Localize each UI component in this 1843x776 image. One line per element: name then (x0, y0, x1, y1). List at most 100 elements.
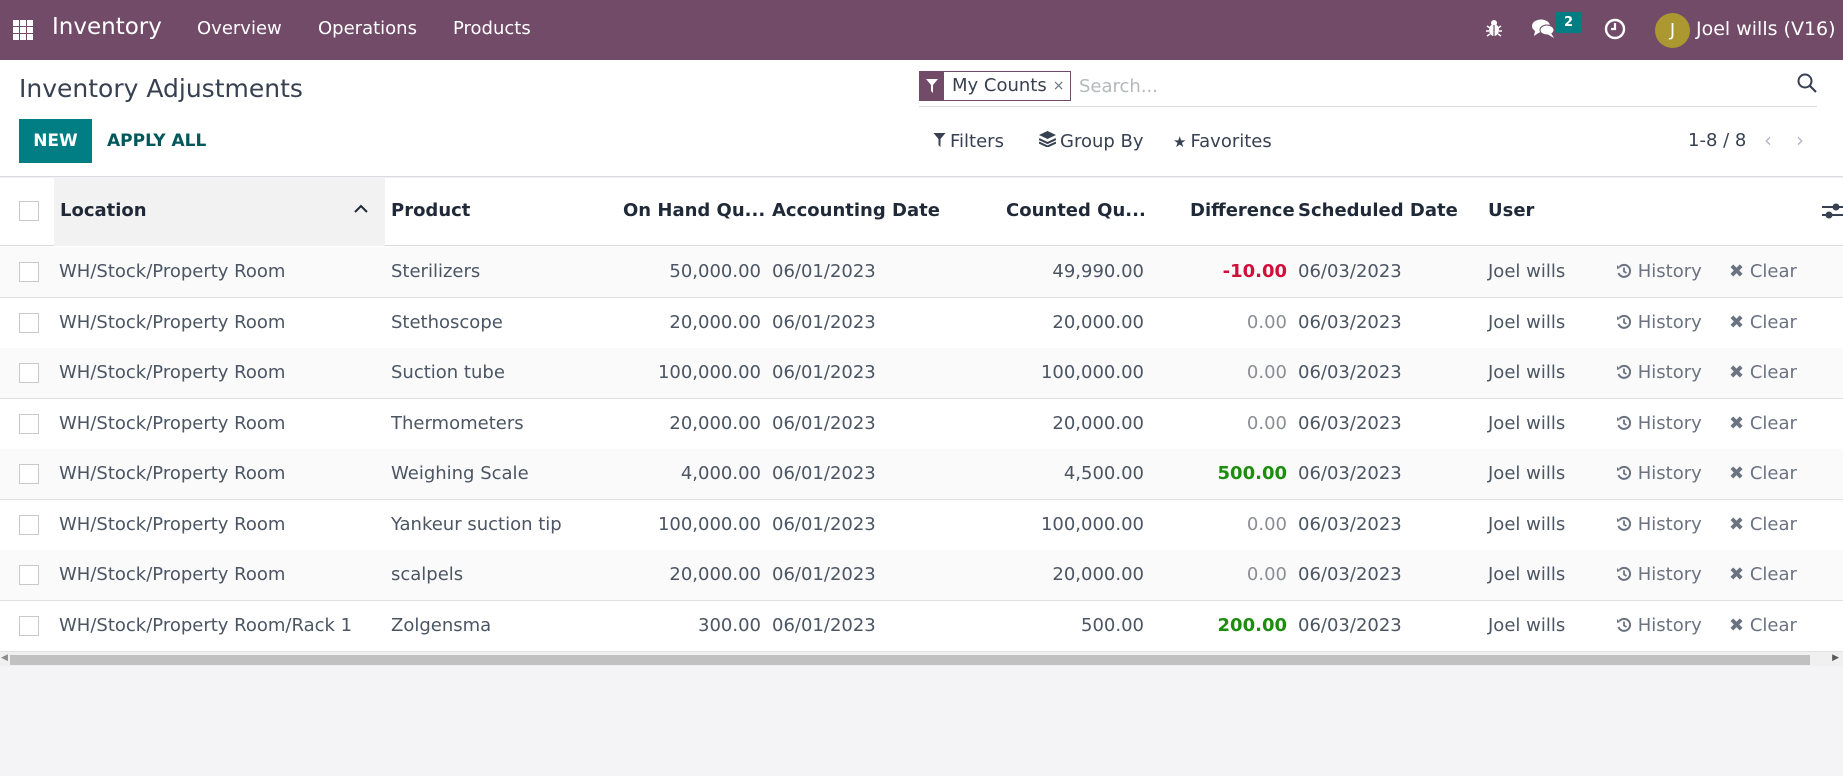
column-location[interactable]: Location (60, 200, 147, 221)
row-checkbox[interactable] (19, 565, 39, 585)
table-row[interactable]: WH/Stock/Property Room scalpels 20,000.0… (0, 550, 1843, 601)
sort-ascending-icon[interactable] (353, 198, 369, 219)
cell-location: WH/Stock/Property Room (59, 463, 286, 484)
history-button[interactable]: History (1616, 463, 1702, 484)
pager-value[interactable]: 1-8 / 8 (1688, 130, 1746, 151)
search-input[interactable] (1079, 71, 1759, 101)
clear-label: Clear (1749, 362, 1797, 383)
row-checkbox[interactable] (19, 413, 39, 434)
new-button[interactable]: NEW (19, 119, 92, 163)
history-icon (1616, 261, 1632, 282)
clear-icon: ✖ (1729, 614, 1745, 636)
history-button[interactable]: History (1616, 514, 1702, 535)
clear-button[interactable]: ✖ Clear (1729, 362, 1797, 383)
cell-counted-quantity[interactable]: 49,990.00 (980, 261, 1144, 282)
page-title: Inventory Adjustments (19, 74, 303, 103)
pager-next-button[interactable]: › (1796, 128, 1804, 152)
clock-icon[interactable] (1604, 18, 1626, 45)
column-counted-quantity[interactable]: Counted Qu... (1006, 200, 1146, 221)
row-checkbox[interactable] (19, 464, 39, 484)
filter-icon (933, 133, 946, 151)
chat-icon[interactable] (1531, 18, 1557, 45)
history-label: History (1637, 261, 1702, 282)
table-row[interactable]: WH/Stock/Property Room Thermometers 20,0… (0, 398, 1843, 450)
cell-scheduled-date: 06/03/2023 (1298, 362, 1402, 383)
cell-counted-quantity[interactable]: 500.00 (980, 615, 1144, 636)
cell-counted-quantity[interactable]: 20,000.00 (980, 312, 1144, 333)
history-button[interactable]: History (1616, 362, 1702, 383)
cell-location: WH/Stock/Property Room (59, 564, 286, 585)
favorites-button[interactable]: ★ Favorites (1173, 131, 1272, 152)
history-icon (1616, 615, 1632, 636)
cell-location: WH/Stock/Property Room/Rack 1 (59, 614, 353, 636)
clear-button[interactable]: ✖ Clear (1729, 413, 1797, 434)
cell-difference: -10.00 (1222, 261, 1287, 282)
horizontal-scrollbar[interactable]: ◀ ▶ (0, 651, 1843, 666)
cell-counted-quantity[interactable]: 100,000.00 (980, 514, 1144, 535)
cell-scheduled-date: 06/03/2023 (1298, 412, 1402, 434)
table-row[interactable]: WH/Stock/Property Room/Rack 1 Zolgensma … (0, 600, 1843, 652)
history-button[interactable]: History (1616, 564, 1702, 585)
table-row[interactable]: WH/Stock/Property Room Stethoscope 20,00… (0, 297, 1843, 349)
column-difference[interactable]: Difference (1190, 200, 1295, 221)
cell-counted-quantity[interactable]: 100,000.00 (980, 362, 1144, 383)
select-all-checkbox[interactable] (19, 201, 39, 221)
cell-product: Yankeur suction tip (391, 513, 562, 535)
bug-icon[interactable] (1484, 18, 1504, 43)
column-product[interactable]: Product (391, 200, 470, 221)
menu-operations[interactable]: Operations (318, 18, 417, 39)
scroll-left-arrow-icon[interactable]: ◀ (1, 653, 8, 663)
column-accounting-date[interactable]: Accounting Date (772, 200, 940, 221)
cell-product: Thermometers (391, 412, 524, 434)
user-menu[interactable]: Joel wills (V16) (1696, 18, 1836, 40)
row-checkbox[interactable] (19, 312, 39, 333)
avatar[interactable]: J (1655, 13, 1690, 48)
clear-button[interactable]: ✖ Clear (1729, 463, 1797, 484)
app-name[interactable]: Inventory (52, 14, 162, 40)
group-by-label: Group By (1060, 131, 1144, 152)
optional-columns-toggle-icon[interactable] (1822, 202, 1843, 225)
row-checkbox[interactable] (19, 514, 39, 535)
history-button[interactable]: History (1616, 312, 1702, 333)
menu-overview[interactable]: Overview (197, 18, 282, 39)
table-row[interactable]: WH/Stock/Property Room Suction tube 100,… (0, 348, 1843, 399)
clear-button[interactable]: ✖ Clear (1729, 261, 1797, 282)
clear-button[interactable]: ✖ Clear (1729, 312, 1797, 333)
column-user[interactable]: User (1488, 200, 1534, 221)
clear-button[interactable]: ✖ Clear (1729, 615, 1797, 636)
column-scheduled-date[interactable]: Scheduled Date (1298, 200, 1458, 221)
search-facet[interactable]: My Counts × (919, 71, 1072, 101)
scrollbar-thumb[interactable] (10, 655, 1810, 665)
table-row[interactable]: WH/Stock/Property Room Sterilizers 50,00… (0, 247, 1843, 298)
row-checkbox[interactable] (19, 615, 39, 636)
history-label: History (1637, 614, 1702, 636)
column-on-hand-quantity[interactable]: On Hand Qu... (623, 200, 765, 221)
cell-product: Stethoscope (391, 311, 503, 333)
cell-counted-quantity[interactable]: 20,000.00 (980, 413, 1144, 434)
favorites-label: Favorites (1190, 131, 1272, 152)
apps-grid-icon[interactable] (13, 20, 33, 40)
group-by-button[interactable]: Group By (1038, 131, 1144, 152)
row-checkbox[interactable] (19, 363, 39, 383)
clear-button[interactable]: ✖ Clear (1729, 564, 1797, 585)
clear-label: Clear (1749, 412, 1797, 434)
cell-counted-quantity[interactable]: 4,500.00 (980, 463, 1144, 484)
cell-counted-quantity[interactable]: 20,000.00 (980, 564, 1144, 585)
row-checkbox[interactable] (19, 262, 39, 282)
table-row[interactable]: WH/Stock/Property Room Weighing Scale 4,… (0, 449, 1843, 500)
clear-button[interactable]: ✖ Clear (1729, 514, 1797, 535)
scroll-right-arrow-icon[interactable]: ▶ (1832, 653, 1839, 663)
pager-previous-button[interactable]: ‹ (1764, 128, 1772, 152)
filters-button[interactable]: Filters (933, 131, 1004, 152)
table-row[interactable]: WH/Stock/Property Room Yankeur suction t… (0, 499, 1843, 551)
cell-difference: 0.00 (1246, 412, 1287, 434)
cell-on-hand-quantity: 20,000.00 (669, 564, 761, 585)
history-button[interactable]: History (1616, 615, 1702, 636)
history-button[interactable]: History (1616, 261, 1702, 282)
cell-on-hand-quantity: 100,000.00 (657, 362, 761, 383)
apply-all-button[interactable]: APPLY ALL (107, 119, 206, 163)
facet-remove-icon[interactable]: × (1053, 72, 1071, 100)
menu-products[interactable]: Products (453, 18, 531, 39)
history-button[interactable]: History (1616, 413, 1702, 434)
search-icon[interactable] (1797, 73, 1817, 98)
